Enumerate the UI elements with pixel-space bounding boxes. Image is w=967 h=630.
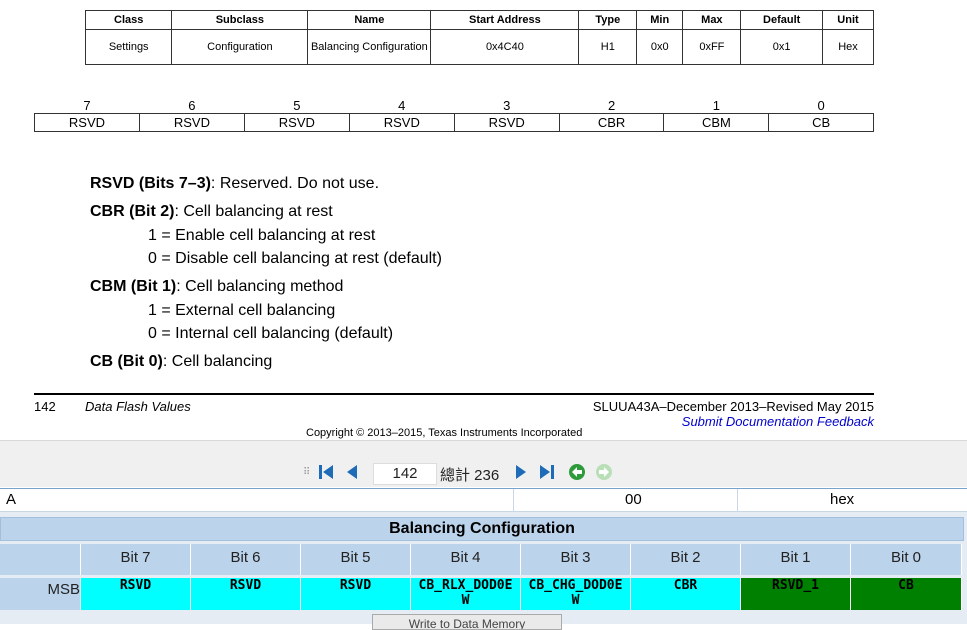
cell-default: 0x1: [740, 29, 823, 65]
bit-number: 0: [817, 97, 825, 113]
page-number: 142: [34, 399, 56, 414]
bit-header: Bit 5: [301, 544, 411, 575]
bit-header: Bit 4: [411, 544, 521, 575]
bit-cell-6[interactable]: RSVD: [191, 578, 301, 610]
grip-icon[interactable]: ⠿: [303, 467, 310, 478]
back-icon[interactable]: [568, 463, 586, 481]
cbr-option-1: 1 = Enable cell balancing at rest: [148, 227, 376, 244]
cbm-title: CBM (Bit 1): [90, 278, 177, 295]
page-number-input[interactable]: 142: [373, 463, 437, 485]
cbr-title: CBR (Bit 2): [90, 203, 175, 220]
cell-subclass: Configuration: [171, 29, 309, 65]
header-unit: Unit: [821, 10, 875, 30]
header-type: Type: [578, 10, 638, 30]
bit-cell-5[interactable]: RSVD: [301, 578, 411, 610]
cell-unit: Hex: [821, 29, 875, 65]
msb-label: MSB: [0, 578, 80, 610]
header-start-address: Start Address: [430, 10, 580, 30]
copyright: Copyright © 2013–2015, Texas Instruments…: [306, 427, 583, 439]
bit-name: RSVD: [348, 113, 455, 132]
bit-name: CBM: [663, 113, 770, 132]
total-pages: 總計 236: [440, 467, 500, 484]
header-blank: [0, 544, 81, 575]
page-navigation-bar: ⠿ 142 總計 236: [0, 440, 967, 487]
header-name: Name: [307, 10, 432, 30]
cb-text: : Cell balancing: [162, 353, 273, 370]
previous-page-icon[interactable]: [343, 463, 361, 481]
bit-header: Bit 3: [521, 544, 631, 575]
rsvd-text: : Reserved. Do not use.: [210, 175, 380, 192]
table-row: Settings Configuration Balancing Configu…: [84, 29, 875, 65]
bit-cell-4[interactable]: CB_RLX_DOD0E W: [411, 578, 521, 610]
bit-number: 4: [398, 97, 406, 113]
bit-name: RSVD: [243, 113, 350, 132]
cb-description: CB (Bit 0): Cell balancing: [90, 353, 272, 371]
bit-cell-0[interactable]: CB: [851, 578, 962, 610]
register-info-table: Class Subclass Name Start Address Type M…: [84, 10, 875, 65]
row-label: A: [6, 491, 17, 508]
bit-cell-2[interactable]: CBR: [631, 578, 741, 610]
cell-min: 0x0: [636, 29, 684, 65]
write-to-data-memory-button[interactable]: Write to Data Memory: [372, 614, 562, 630]
cell-max: 0xFF: [682, 29, 742, 65]
bit-header: Bit 0: [851, 544, 962, 575]
bit-cell-7[interactable]: RSVD: [81, 578, 191, 610]
bit-cell-3[interactable]: CB_CHG_DOD0E W: [521, 578, 631, 610]
cell-start-address: 0x4C40: [430, 29, 580, 65]
bit-name: RSVD: [138, 113, 245, 132]
cb-title: CB (Bit 0): [90, 353, 163, 370]
header-max: Max: [682, 10, 742, 30]
header-min: Min: [636, 10, 684, 30]
cbm-description: CBM (Bit 1): Cell balancing method: [90, 278, 343, 296]
bit-number: 1: [712, 97, 721, 113]
cbm-option-1: 1 = External cell balancing: [148, 302, 336, 319]
bit-number: 5: [293, 97, 301, 113]
bit-header: Bit 7: [81, 544, 191, 575]
cell-type: H1: [578, 29, 638, 65]
bit-name: RSVD: [34, 113, 140, 132]
footer-divider: [34, 393, 874, 395]
register-value-row: A 00 hex: [0, 489, 967, 512]
section-title: Data Flash Values: [85, 399, 191, 414]
cbr-text: : Cell balancing at rest: [174, 203, 333, 220]
rsvd-title: RSVD (Bits 7–3): [90, 175, 211, 192]
header-default: Default: [740, 10, 823, 30]
register-value[interactable]: 00: [625, 491, 642, 508]
cbm-option-0: 0 = Internal cell balancing (default): [148, 325, 394, 342]
value-format[interactable]: hex: [830, 491, 854, 508]
bit-header: Bit 6: [191, 544, 301, 575]
cbm-text: : Cell balancing method: [176, 278, 344, 295]
rsvd-description: RSVD (Bits 7–3): Reserved. Do not use.: [90, 175, 379, 193]
next-page-icon[interactable]: [512, 463, 530, 481]
bit-number: 3: [503, 97, 511, 113]
bit-grid-panel: A 00 hex Balancing Configuration Bit 7 B…: [0, 488, 967, 624]
bit-header: Bit 1: [741, 544, 851, 575]
bit-layout-table: 7 6 5 4 3 2 1 0 RSVD RSVD RSVD RSVD RSVD…: [34, 97, 874, 132]
bit-number: 7: [83, 97, 91, 113]
cbr-option-0: 0 = Disable cell balancing at rest (defa…: [148, 250, 442, 267]
cell-name: Balancing Configuration: [307, 29, 432, 65]
last-page-icon[interactable]: [538, 463, 556, 481]
forward-icon[interactable]: [595, 463, 613, 481]
bit-name: RSVD: [453, 113, 560, 132]
header-subclass: Subclass: [171, 10, 309, 30]
register-title: Balancing Configuration: [0, 517, 964, 541]
first-page-icon[interactable]: [317, 463, 335, 481]
bit-cell-1[interactable]: RSVD_1: [741, 578, 851, 610]
bit-name: CB: [768, 113, 874, 132]
cbr-description: CBR (Bit 2): Cell balancing at rest: [90, 203, 333, 221]
cell-class: Settings: [84, 29, 173, 65]
feedback-link[interactable]: Submit Documentation Feedback: [682, 414, 874, 429]
bit-number: 6: [188, 97, 196, 113]
header-class: Class: [84, 10, 173, 30]
bit-header: Bit 2: [631, 544, 741, 575]
document-id: SLUUA43A–December 2013–Revised May 2015: [592, 399, 874, 414]
bit-number: 2: [607, 97, 616, 113]
bit-name: CBR: [558, 113, 665, 132]
pdf-page: Class Subclass Name Start Address Type M…: [0, 0, 967, 440]
